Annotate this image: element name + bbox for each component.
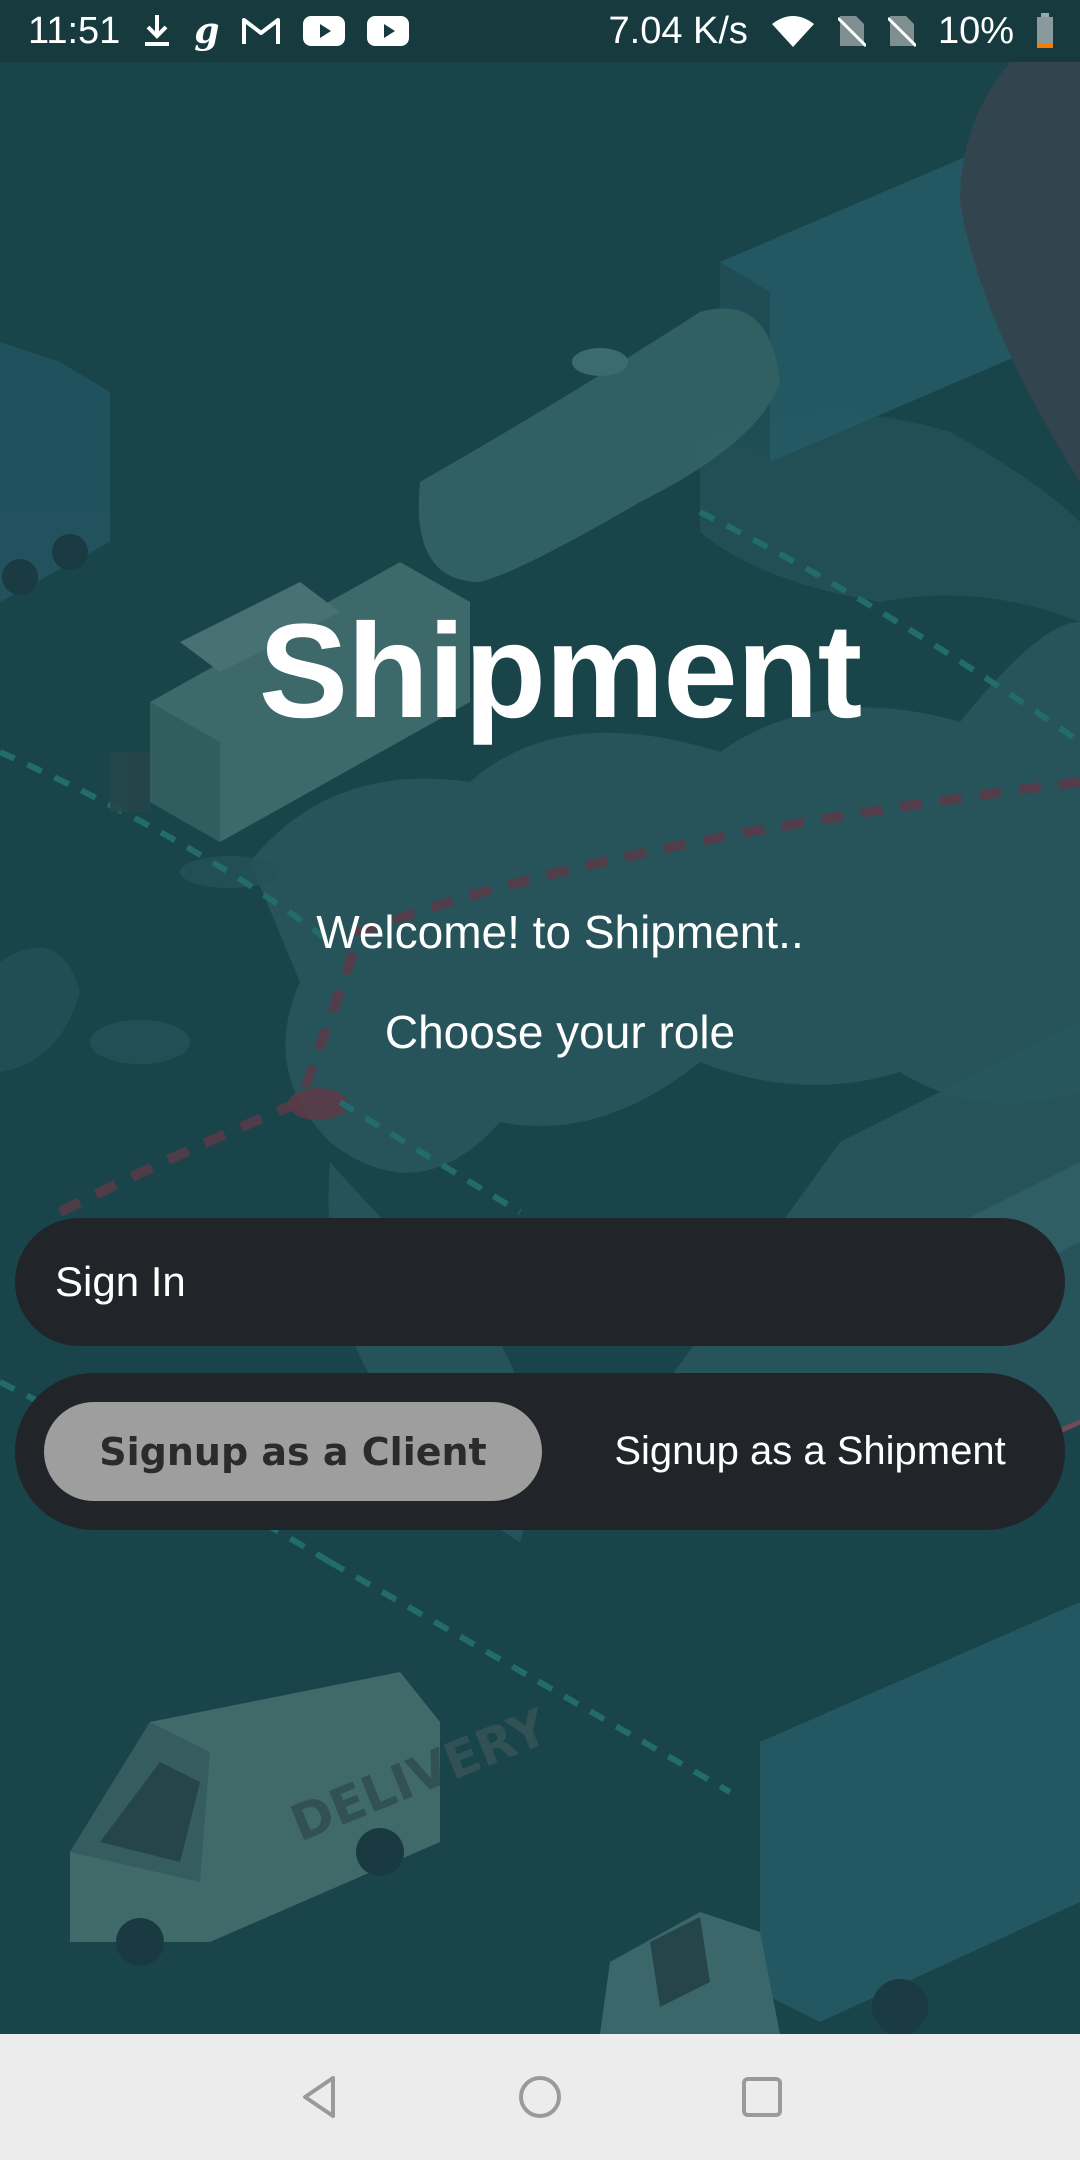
- signup-client-label: Signup as a Client: [99, 1429, 487, 1474]
- signup-shipment-button[interactable]: Signup as a Shipment: [585, 1402, 1035, 1501]
- sign-in-label: Sign In: [55, 1258, 186, 1305]
- g-app-icon: g: [194, 10, 220, 52]
- no-sim-icon: [837, 14, 866, 48]
- status-bar-right: 7.04 K/s 10%: [609, 10, 1054, 53]
- youtube-icon: [367, 16, 410, 46]
- recents-icon[interactable]: [727, 2062, 797, 2132]
- back-icon[interactable]: [285, 2062, 355, 2132]
- signup-shipment-label: Signup as a Shipment: [614, 1429, 1006, 1473]
- welcome-text: Welcome! to Shipment..: [316, 906, 804, 958]
- signup-role-toggle: Signup as a Client Signup as a Shipment: [15, 1373, 1065, 1530]
- status-time: 11:51: [28, 9, 121, 52]
- status-bar-left: 11:51 g: [28, 9, 410, 53]
- gmail-icon: [241, 16, 281, 46]
- wifi-icon: [770, 14, 816, 48]
- app-title: Shipment: [258, 597, 862, 746]
- youtube-icon: [303, 16, 346, 46]
- status-bar: 11:51 g 7.04 K/s 10%: [0, 0, 1080, 62]
- battery-percent: 10%: [937, 9, 1014, 52]
- download-icon: [142, 13, 172, 49]
- network-speed: 7.04 K/s: [608, 9, 748, 52]
- sign-in-button[interactable]: Sign In: [15, 1218, 1065, 1346]
- choose-role-text: Choose your role: [384, 1006, 736, 1058]
- no-sim-icon: [887, 14, 916, 48]
- system-nav-bar: [0, 2034, 1080, 2160]
- battery-low-icon: [1036, 13, 1054, 49]
- home-icon[interactable]: [505, 2062, 575, 2132]
- signup-client-button[interactable]: Signup as a Client: [44, 1402, 542, 1501]
